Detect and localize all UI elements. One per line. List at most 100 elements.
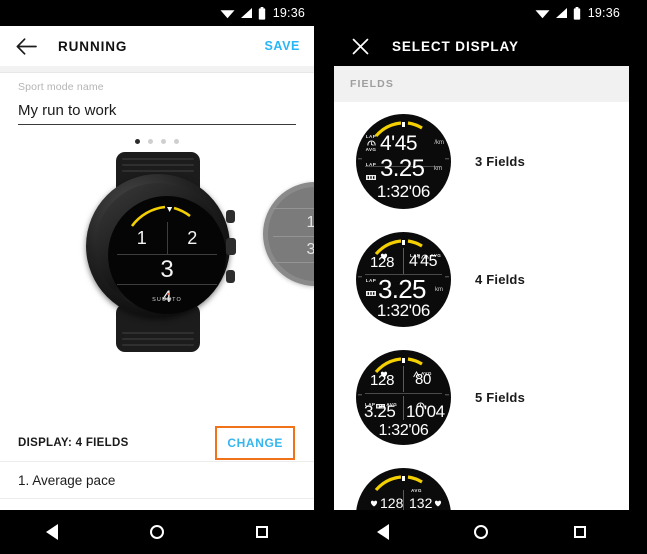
right-content: FIELDS LAP AVG 4'45 /km LAP 3.25 km 1:32… bbox=[334, 66, 629, 554]
save-button[interactable]: SAVE bbox=[264, 39, 300, 53]
input-underline bbox=[18, 124, 296, 125]
back-triangle-icon[interactable] bbox=[364, 513, 402, 551]
list-item[interactable]: 1. Average pace bbox=[0, 462, 314, 499]
lap-tag: LAP bbox=[365, 133, 377, 139]
sport-mode-name-input[interactable]: My run to work bbox=[18, 102, 296, 124]
watch-field-3: 3 bbox=[160, 256, 174, 283]
option-label: 4 Fields bbox=[475, 271, 526, 287]
lap-tag: LAP bbox=[365, 161, 377, 167]
face-value-pace: 10'04 bbox=[406, 401, 445, 421]
carousel-dot-3[interactable] bbox=[161, 139, 166, 144]
display-option-5-fields[interactable]: 128 AVG 80 LAP AVG 3.25 10'04 1:32'06 5 … bbox=[334, 338, 629, 456]
watch-brand-label: SUUNTO bbox=[108, 293, 226, 303]
face-value-duration: 1:32'06 bbox=[376, 181, 431, 201]
watch-preview-main[interactable]: 1 2 3 4 SUUNTO bbox=[83, 152, 236, 352]
ghost-field-3: 5 bbox=[273, 262, 314, 286]
android-nav-bar-right bbox=[334, 510, 629, 554]
face-unit-distance: km bbox=[435, 286, 443, 293]
avg-tag: AVG bbox=[365, 146, 377, 152]
top-divider bbox=[0, 66, 314, 73]
face-unit-pace: /km bbox=[434, 139, 444, 146]
watch-bezel: 1 2 3 4 SUUNTO bbox=[95, 183, 226, 314]
recents-square-icon[interactable] bbox=[561, 513, 599, 551]
back-triangle-icon[interactable] bbox=[33, 513, 71, 551]
pace-icon bbox=[364, 139, 378, 147]
carousel-dot-4[interactable] bbox=[174, 139, 179, 144]
ghost-watch: 1 3 5 bbox=[263, 182, 314, 286]
right-app-bar: SELECT DISPLAY bbox=[334, 26, 629, 66]
wifi-icon bbox=[220, 10, 235, 19]
heart-icon bbox=[370, 494, 378, 511]
face-value-distance: 3.25 bbox=[364, 401, 396, 421]
watch-face-preview: LAP AVG 4'45 /km LAP 3.25 km 1:32'06 bbox=[356, 113, 451, 209]
watch-field-1: 1 bbox=[136, 227, 147, 248]
lap-tag: LAP bbox=[365, 277, 377, 283]
watch-carousel[interactable]: 1 2 3 4 SUUNTO 1 3 bbox=[0, 148, 314, 360]
left-app-bar: RUNNING SAVE bbox=[0, 26, 314, 66]
heart-icon bbox=[434, 494, 442, 511]
watch-field-grid: 1 2 3 4 bbox=[117, 222, 217, 306]
home-circle-icon[interactable] bbox=[138, 513, 176, 551]
display-summary-bar: DISPLAY: 4 FIELDS CHANGE bbox=[0, 424, 314, 462]
page-title: RUNNING bbox=[58, 38, 128, 54]
watch-button-lower bbox=[226, 270, 235, 283]
watch-preview-next[interactable]: 1 3 5 bbox=[263, 182, 314, 286]
option-label: 3 Fields bbox=[475, 153, 526, 169]
ghost-field-1: 1 bbox=[273, 208, 314, 237]
sport-mode-name-label: Sport mode name bbox=[18, 81, 104, 93]
status-bar-left: 19:36 bbox=[0, 0, 314, 26]
close-x-icon[interactable] bbox=[348, 34, 372, 58]
face-value-pace: 4'45 bbox=[380, 131, 418, 155]
watch-face-preview: 128 LAP AVG 4'45 LAP 3.25 km 1:32'06 bbox=[356, 231, 451, 327]
face-value-hr: 128 bbox=[370, 371, 395, 389]
watch-field-2: 2 bbox=[187, 227, 198, 248]
signal-icon bbox=[555, 8, 567, 18]
face-value-duration: 1:32'06 bbox=[376, 300, 431, 320]
wifi-icon bbox=[535, 10, 550, 19]
face-value-cadence: 80 bbox=[415, 370, 432, 388]
face-unit-distance: km bbox=[434, 165, 442, 172]
status-bar-right: 19:36 bbox=[334, 0, 629, 26]
change-button-label: CHANGE bbox=[227, 435, 283, 450]
back-arrow-icon[interactable] bbox=[14, 34, 38, 58]
recents-square-icon[interactable] bbox=[243, 513, 281, 551]
carousel-dot-1[interactable] bbox=[135, 139, 140, 144]
option-label: 5 Fields bbox=[475, 389, 526, 405]
carousel-dot-2[interactable] bbox=[148, 139, 153, 144]
face-value-duration: 1:32'06 bbox=[378, 421, 429, 439]
field-row-label: 1. Average pace bbox=[18, 472, 116, 488]
battery-icon bbox=[258, 6, 265, 20]
android-nav-bar-left bbox=[0, 510, 314, 554]
change-button[interactable]: CHANGE bbox=[215, 425, 295, 460]
right-phone-screen: 19:36 SELECT DISPLAY FIELDS LAP AVG 4'45… bbox=[334, 0, 629, 554]
face-value-hr-right: 132 bbox=[409, 494, 433, 511]
status-clock: 19:36 bbox=[587, 6, 620, 20]
field-list: 1. Average pace 2. Heart rate bbox=[0, 462, 314, 536]
carousel-dots bbox=[0, 139, 314, 144]
sport-mode-name-field[interactable]: Sport mode name My run to work bbox=[0, 73, 314, 125]
section-header-fields: FIELDS bbox=[334, 66, 629, 102]
home-circle-icon[interactable] bbox=[462, 513, 500, 551]
face-value-hr-left: 128 bbox=[380, 494, 404, 511]
display-summary-text: DISPLAY: 4 FIELDS bbox=[18, 436, 129, 449]
page-title: SELECT DISPLAY bbox=[392, 38, 519, 54]
watch-screen: 1 2 3 4 SUUNTO bbox=[108, 196, 226, 314]
battery-icon bbox=[573, 6, 580, 20]
display-option-partial[interactable]: 128 AVG 132 bbox=[334, 456, 629, 510]
watch-face-preview: 128 AVG 132 bbox=[356, 467, 451, 511]
left-phone-screen: 19:36 RUNNING SAVE Sport mode name My ru… bbox=[0, 0, 314, 554]
face-value-pace: 4'45 bbox=[409, 252, 438, 270]
left-content: Sport mode name My run to work 1 2 3 4 S… bbox=[0, 66, 314, 554]
face-value-hr: 128 bbox=[370, 253, 395, 271]
signal-icon bbox=[240, 8, 252, 18]
display-option-3-fields[interactable]: LAP AVG 4'45 /km LAP 3.25 km 1:32'06 3 F… bbox=[334, 102, 629, 220]
watch-button-middle bbox=[226, 238, 236, 255]
distance-icon bbox=[364, 283, 378, 301]
watch-button-upper bbox=[226, 210, 235, 223]
watch-face-preview: 128 AVG 80 LAP AVG 3.25 10'04 1:32'06 bbox=[356, 349, 451, 445]
display-option-4-fields[interactable]: 128 LAP AVG 4'45 LAP 3.25 km 1:32'06 4 F… bbox=[334, 220, 629, 338]
face-value-distance: 3.25 bbox=[380, 154, 425, 182]
brand-text: SUUNTO bbox=[152, 297, 182, 303]
watch-case: 1 2 3 4 SUUNTO bbox=[86, 174, 236, 318]
ghost-field-2: 3 bbox=[273, 236, 314, 263]
